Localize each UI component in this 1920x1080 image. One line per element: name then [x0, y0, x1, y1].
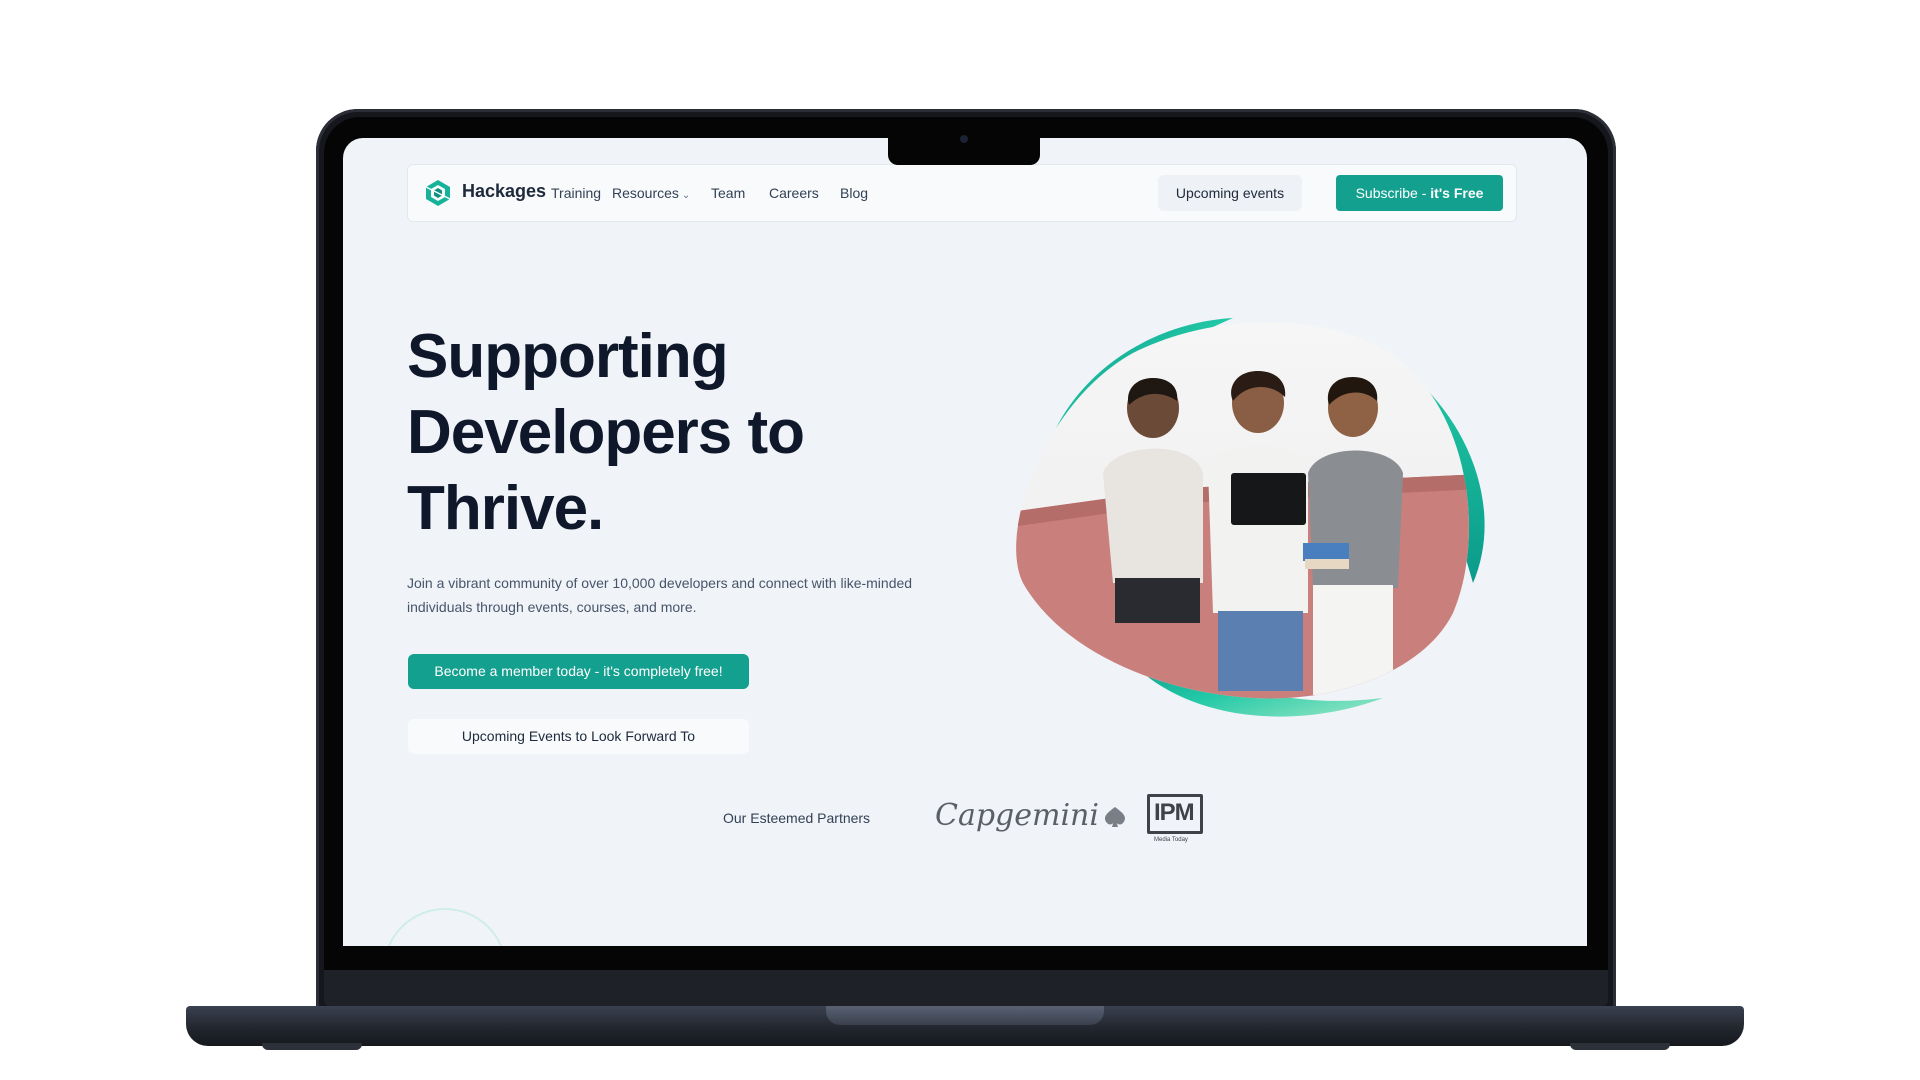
- hackages-logo-icon[interactable]: [424, 179, 452, 207]
- subscribe-free-label: it's Free: [1430, 185, 1484, 201]
- laptop-base-groove: [826, 1006, 1104, 1025]
- navbar: Hackages Training Resources ⌄ Team Career…: [407, 164, 1517, 222]
- partners-label: Our Esteemed Partners: [723, 810, 871, 826]
- hero-title-line-2: Developers to: [407, 398, 805, 467]
- capgemini-spade-icon: [1104, 807, 1125, 827]
- laptop-foot-right: [1570, 1043, 1670, 1050]
- hero-title-line-3: Thrive.: [407, 474, 604, 543]
- nav-link-resources-label: Resources: [612, 185, 679, 201]
- nav-link-team[interactable]: Team: [711, 185, 745, 201]
- laptop-foot-left: [262, 1043, 362, 1050]
- subscribe-label: Subscribe -: [1355, 185, 1431, 201]
- decorative-circle: [383, 908, 507, 946]
- nav-link-resources[interactable]: Resources ⌄: [612, 185, 690, 201]
- upcoming-events-link-button[interactable]: Upcoming Events to Look Forward To: [408, 719, 749, 754]
- hero-title-line-1: Supporting: [407, 322, 729, 391]
- capgemini-logo: Capgemini: [935, 798, 1129, 833]
- hero-title: Supporting Developers to Thrive.: [407, 319, 967, 547]
- brand-name[interactable]: Hackages: [462, 181, 546, 202]
- ipm-tagline: Media Today: [1154, 837, 1188, 843]
- upcoming-events-button[interactable]: Upcoming events: [1158, 175, 1302, 211]
- screen: Hackages Training Resources ⌄ Team Career…: [343, 138, 1587, 946]
- chevron-down-icon: ⌄: [681, 190, 691, 201]
- subscribe-button[interactable]: Subscribe - it's Free: [1336, 175, 1503, 211]
- ipm-logo-text: IPM: [1154, 799, 1195, 826]
- nav-link-careers[interactable]: Careers: [769, 185, 819, 201]
- capgemini-logo-text: Capgemini: [935, 798, 1099, 833]
- ipm-logo: IPM Media Today: [1147, 794, 1203, 843]
- students-photo: [1016, 322, 1469, 699]
- laptop-chin: [324, 970, 1608, 1006]
- hero-image: [1016, 318, 1485, 717]
- camera-icon: [960, 135, 968, 143]
- become-member-button[interactable]: Become a member today - it's completely …: [408, 654, 749, 689]
- nav-link-blog[interactable]: Blog: [840, 185, 868, 201]
- nav-link-training[interactable]: Training: [551, 185, 601, 201]
- hero-description: Join a vibrant community of over 10,000 …: [407, 575, 913, 615]
